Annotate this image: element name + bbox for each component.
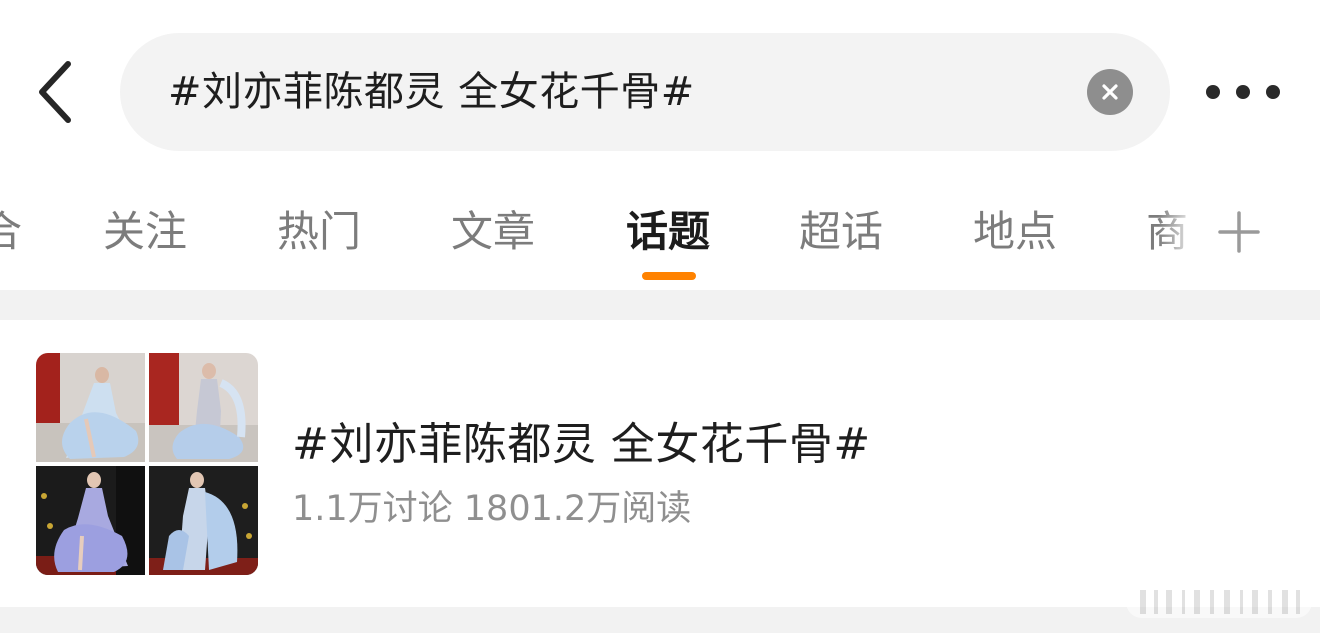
search-results-page: #刘亦菲陈都灵 全女花千骨# 综合 关注 热门 文章 话题 超话 地点 商品 bbox=[0, 0, 1320, 633]
add-tab-button[interactable] bbox=[1214, 207, 1264, 257]
more-dots-icon bbox=[1206, 85, 1220, 99]
topic-thumbnail bbox=[36, 353, 145, 462]
chevron-left-icon bbox=[39, 61, 71, 123]
topic-thumbnail bbox=[149, 353, 258, 462]
search-query-text: #刘亦菲陈都灵 全女花千骨# bbox=[168, 69, 695, 115]
tab-comprehensive[interactable]: 综合 bbox=[0, 202, 22, 262]
tab-places[interactable]: 地点 bbox=[973, 202, 1057, 262]
more-dots-icon bbox=[1266, 85, 1280, 99]
scroll-indicator bbox=[1126, 586, 1312, 618]
topic-thumbnail bbox=[149, 466, 258, 575]
clear-x-icon bbox=[1102, 84, 1118, 100]
more-dots-icon bbox=[1236, 85, 1250, 99]
tab-hot[interactable]: 热门 bbox=[277, 202, 361, 262]
plus-icon bbox=[1218, 211, 1260, 253]
topic-thumbnail-grid bbox=[36, 353, 258, 575]
active-tab-indicator bbox=[642, 272, 696, 280]
tab-super-topics[interactable]: 超话 bbox=[799, 202, 883, 262]
search-tabs: 综合 关注 热门 文章 话题 超话 地点 商品 bbox=[0, 180, 1320, 290]
back-button[interactable] bbox=[28, 58, 82, 126]
clear-search-button[interactable] bbox=[1087, 69, 1133, 115]
section-divider bbox=[0, 290, 1320, 320]
tab-topics[interactable]: 话题 bbox=[626, 202, 710, 262]
topic-stats: 1.1万讨论 1801.2万阅读 bbox=[292, 489, 692, 529]
section-divider bbox=[0, 607, 1320, 633]
search-input[interactable]: #刘亦菲陈都灵 全女花千骨# bbox=[120, 33, 1170, 151]
top-bar: #刘亦菲陈都灵 全女花千骨# bbox=[0, 0, 1320, 180]
tab-following[interactable]: 关注 bbox=[103, 202, 187, 262]
more-options-button[interactable] bbox=[1206, 78, 1280, 106]
topic-result-item[interactable]: #刘亦菲陈都灵 全女花千骨# 1.1万讨论 1801.2万阅读 bbox=[0, 320, 1320, 607]
tab-articles[interactable]: 文章 bbox=[451, 202, 535, 262]
topic-title: #刘亦菲陈都灵 全女花千骨# bbox=[292, 419, 871, 470]
topic-thumbnail bbox=[36, 466, 145, 575]
